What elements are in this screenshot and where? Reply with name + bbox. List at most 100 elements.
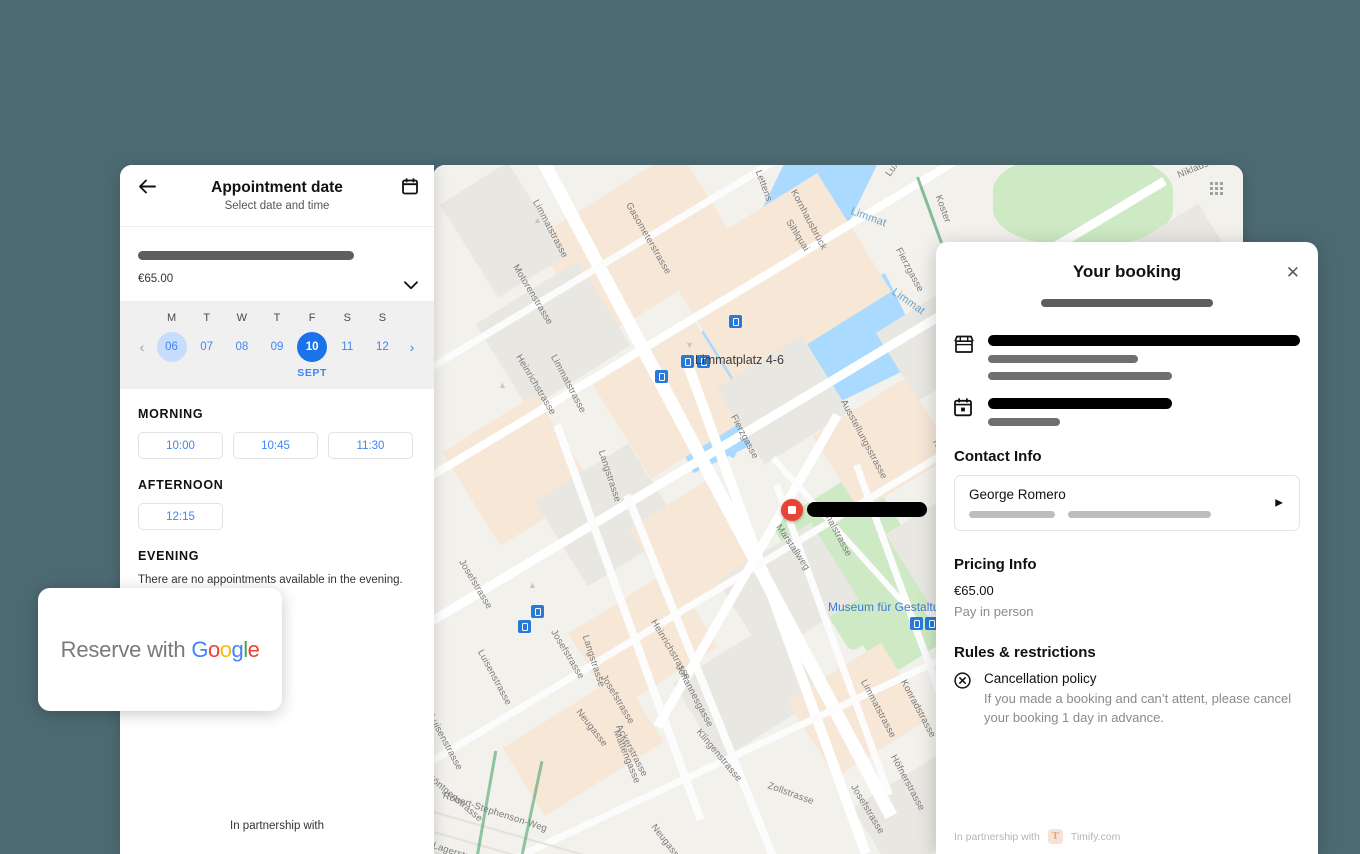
pricing-amount: €65.00 (954, 583, 994, 598)
google-letter-e: e (247, 636, 260, 662)
contact-info-heading: Contact Info (954, 448, 1042, 465)
contact-card[interactable]: George Romero ▶ (954, 475, 1300, 531)
month-label: SEPT (297, 367, 328, 379)
redacted-contact-email (1068, 511, 1211, 518)
datetime-info-row (954, 396, 1300, 426)
calendar-icon[interactable] (402, 178, 418, 200)
date-cell-12[interactable]: 12 (367, 332, 397, 362)
redacted-subtitle (1041, 299, 1213, 307)
cancellation-policy-title: Cancellation policy (984, 671, 1097, 686)
weekday-label: W (236, 312, 248, 324)
date-cell-07[interactable]: 07 (192, 332, 222, 362)
venue-info-row (954, 333, 1300, 380)
redacted-venue-address-2 (988, 372, 1173, 380)
your-booking-panel[interactable]: Your booking ✕ Contact Info George Romer… (936, 242, 1318, 854)
time-slot-1130[interactable]: 11:30 (328, 432, 413, 459)
appointment-date-panel[interactable]: Appointment date Select date and time €6… (120, 165, 434, 854)
close-icon[interactable]: ✕ (1286, 264, 1300, 281)
time-slot-1215[interactable]: 12:15 (138, 503, 223, 530)
google-logo: Google (191, 636, 260, 662)
map-poi-limmatplatz[interactable]: Limmatplatz 4-6 (695, 353, 784, 367)
timify-brand: Timify.com (1070, 830, 1121, 843)
rules-heading: Rules & restrictions (954, 644, 1096, 661)
cancel-circle-icon (954, 671, 972, 728)
weekday-label: F (308, 312, 316, 324)
grid-icon[interactable] (1210, 182, 1223, 195)
reserve-with-text: Reserve with (60, 636, 192, 662)
transit-stop-icon[interactable] (729, 315, 742, 328)
weekday-label: M (166, 312, 177, 324)
time-slot-1000[interactable]: 10:00 (138, 432, 223, 459)
date-cell-06[interactable]: 06 (156, 332, 187, 362)
datetime-info-lines (988, 396, 1300, 426)
appointment-header: Appointment date Select date and time (120, 165, 434, 227)
afternoon-heading: AFTERNOON (138, 478, 224, 492)
date-cell-10[interactable]: 10 (297, 332, 328, 362)
left-card-partner-text: In partnership with (230, 820, 324, 832)
chevron-down-icon[interactable] (404, 277, 418, 295)
date-cell-09[interactable]: 09 (262, 332, 292, 362)
timify-partner-footer: In partnership with T Timify.com (954, 829, 1120, 844)
location-marker-icon[interactable] (781, 499, 803, 521)
morning-heading: MORNING (138, 407, 204, 421)
transit-stop-icon[interactable] (518, 620, 531, 633)
redacted-venue-name (988, 335, 1300, 346)
transit-stop-icon[interactable] (681, 355, 694, 368)
cancellation-policy-description: If you made a booking and can’t attent, … (984, 691, 1292, 725)
screenshot-stage: Limmatstrasse Limmatstrasse Limmatstrass… (0, 0, 1360, 854)
date-row: ‹ 06 07 08 09 10 11 12 › (120, 332, 434, 362)
weekday-label: S (378, 312, 387, 324)
back-arrow-icon[interactable] (138, 179, 156, 199)
date-cell-11[interactable]: 11 (332, 332, 362, 362)
service-price: €65.00 (138, 273, 174, 285)
transit-stop-icon[interactable] (531, 605, 544, 618)
cancellation-policy-text: Cancellation policy If you made a bookin… (984, 671, 1300, 728)
map-poi-museum[interactable]: Museum für Gestaltun (828, 600, 946, 614)
time-slot-1045[interactable]: 10:45 (233, 432, 318, 459)
redacted-venue-address-1 (988, 355, 1138, 363)
redacted-duration (988, 418, 1060, 426)
evening-heading: EVENING (138, 549, 200, 563)
reserve-with-google-card[interactable]: Reserve with Google (38, 588, 282, 711)
transit-stop-icon[interactable] (655, 370, 668, 383)
partner-text: In partnership with (954, 830, 1040, 843)
page-subtitle: Select date and time (224, 200, 330, 212)
timify-logo-letter: T (1051, 831, 1059, 842)
pricing-info-heading: Pricing Info (954, 556, 1037, 573)
reserve-with-google-label: Reserve with Google (61, 637, 260, 663)
map-direction-arrow: ▲ (533, 215, 542, 225)
date-strip[interactable]: M T W T F S S ‹ 06 07 08 09 10 11 12 › S… (120, 302, 434, 389)
weekday-label: T (203, 312, 211, 324)
venue-info-lines (988, 333, 1300, 380)
booking-panel-title: Your booking (1072, 262, 1182, 281)
calendar-icon (954, 396, 974, 426)
next-week-button[interactable]: › (400, 339, 424, 355)
service-summary-row[interactable]: €65.00 (120, 227, 434, 302)
morning-slot-row: 10:00 10:45 11:30 (138, 432, 416, 459)
google-letter-o1: o (207, 636, 220, 662)
redacted-location-name (807, 502, 927, 517)
page-title: Appointment date (211, 179, 343, 196)
date-cell-08[interactable]: 08 (227, 332, 257, 362)
redacted-contact-details (969, 511, 1285, 518)
afternoon-slot-row: 12:15 (138, 503, 416, 530)
map-direction-arrow: ▲ (528, 580, 537, 590)
map-direction-arrow: ▼ (685, 340, 694, 350)
google-letter-g2: g (231, 636, 244, 662)
storefront-icon (954, 333, 974, 380)
weekday-label: T (273, 312, 281, 324)
evening-empty-message: There are no appointments available in t… (138, 574, 403, 586)
contact-name: George Romero (969, 487, 1066, 502)
google-letter-g: G (191, 636, 208, 662)
redacted-contact-phone (969, 511, 1055, 518)
timify-logo-icon: T (1047, 829, 1063, 844)
map-direction-arrow: ▲ (498, 380, 507, 390)
transit-stop-icon[interactable] (910, 617, 923, 630)
prev-week-button[interactable]: ‹ (130, 339, 154, 355)
redacted-service-name (138, 251, 354, 260)
cancellation-policy-row: Cancellation policy If you made a bookin… (954, 671, 1300, 728)
weekday-label: S (343, 312, 351, 324)
pricing-method: Pay in person (954, 604, 1034, 619)
chevron-right-icon[interactable]: ▶ (1275, 498, 1283, 509)
booking-panel-body: Contact Info George Romero ▶ Pricing Inf… (936, 307, 1318, 728)
